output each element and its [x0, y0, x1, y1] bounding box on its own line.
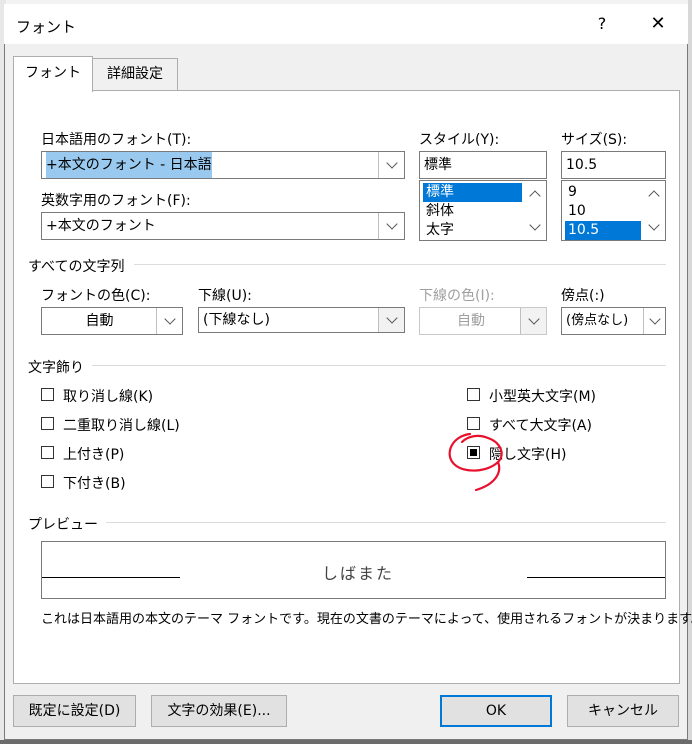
japanese-font-value: +本文のフォント - 日本語 [46, 152, 212, 178]
underline-color-value: 自動 [457, 313, 485, 329]
japanese-font-combo[interactable]: +本文のフォント - 日本語 [41, 151, 405, 179]
style-scrollbar[interactable] [524, 181, 546, 240]
emphasis-combo[interactable]: (傍点なし) [561, 307, 666, 335]
superscript-label[interactable]: 上付き(P) [63, 444, 124, 464]
style-option-bold[interactable]: 太字 [423, 221, 454, 240]
dialog-title: フォント [16, 18, 77, 36]
underline-color-combo[interactable]: 自動 [419, 307, 547, 335]
chevron-down-icon [385, 218, 398, 230]
chevron-down-icon [529, 219, 541, 231]
background-edge-right [688, 0, 692, 744]
chevron-down-icon [385, 312, 398, 324]
japanese-font-label: 日本語用のフォント(T): [41, 132, 192, 148]
strikethrough-checkbox[interactable] [41, 388, 54, 401]
emphasis-label: 傍点(:) [561, 288, 605, 304]
close-button[interactable]: ✕ [642, 10, 674, 38]
superscript-checkbox[interactable] [41, 446, 54, 459]
japanese-font-dropdown-button[interactable] [378, 152, 404, 178]
chevron-down-icon [385, 157, 398, 169]
title-bar [4, 4, 688, 44]
cancel-button[interactable]: キャンセル [567, 695, 679, 727]
small-caps-label[interactable]: 小型英大文字(M) [489, 386, 596, 406]
tab-font[interactable]: フォント [13, 56, 93, 92]
small-caps-checkbox[interactable] [467, 388, 480, 401]
latin-font-value: +本文のフォント [46, 218, 156, 234]
group-divider [106, 522, 666, 523]
help-button[interactable]: ? [588, 10, 616, 38]
double-strikethrough-checkbox[interactable] [41, 417, 54, 430]
font-color-value: 自動 [85, 313, 114, 329]
double-strikethrough-label[interactable]: 二重取り消し線(L) [63, 415, 180, 435]
font-color-dropdown-button[interactable] [156, 308, 182, 334]
emphasis-value: (傍点なし) [566, 313, 629, 328]
preview-group-header: プレビュー [28, 517, 98, 533]
underline-color-label: 下線の色(I): [419, 288, 495, 304]
subscript-label[interactable]: 下付き(B) [63, 473, 126, 493]
size-scrollbar[interactable] [643, 181, 665, 240]
scroll-up-button[interactable] [524, 185, 546, 203]
chevron-up-icon [529, 190, 541, 202]
size-value: 10.5 [566, 157, 598, 173]
chevron-down-icon [527, 313, 540, 325]
font-color-label: フォントの色(C): [41, 288, 151, 304]
font-color-combo[interactable]: 自動 [41, 307, 183, 335]
chevron-down-icon [648, 219, 660, 231]
ok-button[interactable]: OK [440, 695, 552, 727]
chevron-down-icon [648, 313, 661, 325]
scroll-up-button[interactable] [643, 185, 665, 203]
size-option-9[interactable]: 9 [565, 183, 577, 202]
underline-combo[interactable]: (下線なし) [198, 307, 405, 333]
group-divider [92, 365, 666, 366]
style-input[interactable]: 標準 [419, 151, 547, 179]
subscript-checkbox[interactable] [41, 475, 54, 488]
latin-font-combo[interactable]: +本文のフォント [41, 212, 405, 240]
scroll-down-button[interactable] [643, 218, 665, 236]
size-option-10[interactable]: 10 [565, 202, 586, 221]
red-circle-annotation [448, 432, 503, 492]
set-default-button[interactable]: 既定に設定(D) [13, 695, 136, 727]
chevron-up-icon [648, 190, 660, 202]
style-option-regular[interactable]: 標準 [423, 183, 522, 202]
style-value: 標準 [424, 157, 452, 173]
underline-dropdown-button[interactable] [378, 308, 404, 332]
strikethrough-label[interactable]: 取り消し線(K) [63, 386, 153, 406]
tab-advanced[interactable]: 詳細設定 [93, 58, 178, 90]
size-listbox[interactable]: 9 10 10.5 [561, 180, 666, 241]
chevron-down-icon [163, 313, 176, 325]
all-text-group-header: すべての文字列 [28, 259, 125, 275]
preview-sample-text: しばまた [322, 564, 395, 583]
background-edge-bottom [0, 740, 692, 744]
preview-baseline-right [527, 577, 665, 578]
group-divider [134, 264, 666, 265]
size-label: サイズ(S): [561, 132, 628, 148]
text-effects-button[interactable]: 文字の効果(E)... [151, 695, 287, 727]
latin-font-dropdown-button[interactable] [378, 213, 404, 239]
scroll-down-button[interactable] [524, 218, 546, 236]
size-input[interactable]: 10.5 [561, 151, 666, 179]
effects-group-header: 文字飾り [28, 360, 84, 376]
style-option-italic[interactable]: 斜体 [423, 202, 454, 221]
underline-label: 下線(U): [198, 288, 252, 304]
style-listbox[interactable]: 標準 斜体 太字 [419, 180, 547, 241]
emphasis-dropdown-button[interactable] [643, 308, 665, 334]
preview-baseline-left [42, 577, 180, 578]
latin-font-label: 英数字用のフォント(F): [41, 193, 191, 209]
style-label: スタイル(Y): [419, 132, 500, 148]
underline-color-dropdown-button[interactable] [520, 308, 546, 334]
preview-description: これは日本語用の本文のテーマ フォントです。現在の文書のテーマによって、使用され… [41, 612, 692, 627]
underline-value: (下線なし) [203, 312, 270, 328]
size-option-10-5[interactable]: 10.5 [565, 221, 641, 240]
